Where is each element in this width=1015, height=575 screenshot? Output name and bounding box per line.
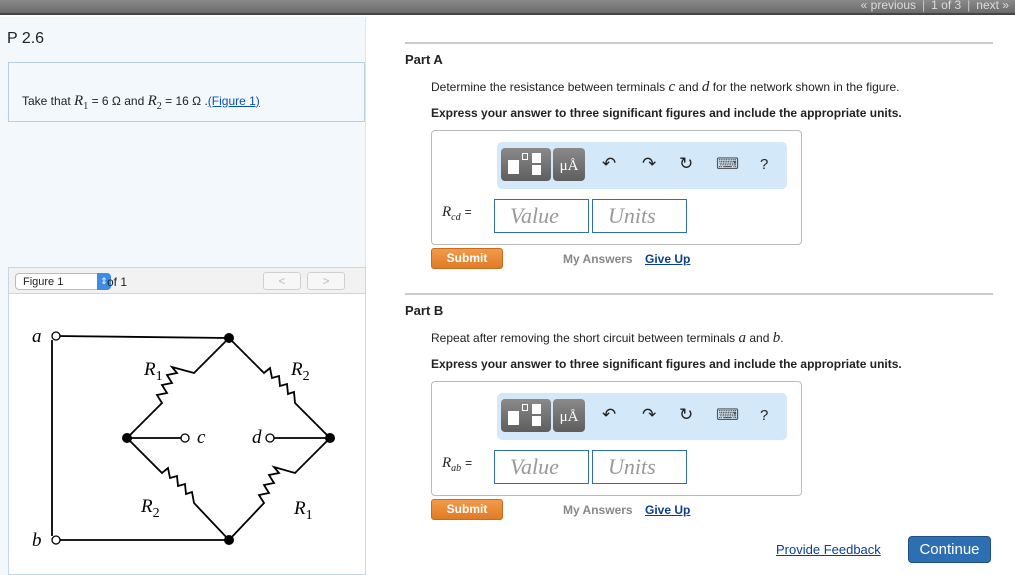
label-c: c (197, 427, 206, 448)
units-button[interactable]: μÅ (553, 148, 585, 181)
part-a-instructions: Express your answer to three significant… (431, 106, 902, 120)
give-up-link[interactable]: Give Up (645, 252, 690, 266)
part-a-answer-box: μÅ ↶ ↷ ↻ ⌨ ? Rcd = Value Units (431, 130, 802, 245)
my-answers-link[interactable]: My Answers (563, 503, 633, 517)
label-a: a (32, 326, 42, 347)
continue-button[interactable]: Continue (908, 536, 991, 563)
units-input[interactable]: Units (592, 450, 687, 484)
label-r1-bottom: R1 (293, 498, 313, 523)
undo-icon[interactable]: ↶ (602, 405, 616, 425)
keyboard-icon[interactable]: ⌨ (716, 154, 739, 174)
submit-button[interactable]: Submit (431, 248, 503, 269)
label-r2-bottom: R2 (140, 496, 160, 521)
help-icon[interactable]: ? (760, 156, 768, 173)
node-top (224, 333, 234, 343)
terminal-c (180, 433, 190, 443)
problem-position: 1 of 3 (931, 0, 962, 12)
problem-nav: « previous | 1 of 3 | next » (860, 0, 1009, 12)
label-r2-top: R2 (290, 359, 310, 384)
part-b-answer-box: μÅ ↶ ↷ ↻ ⌨ ? Rab = Value Units (431, 381, 802, 496)
node-right (325, 433, 335, 443)
label-r1-top: R1 (143, 359, 163, 384)
value-input[interactable]: Value (494, 450, 589, 484)
terminal-d (265, 433, 275, 443)
my-answers-link[interactable]: My Answers (563, 252, 633, 266)
circuit-diagram: a b c d R1 R2 R2 R1 (32, 326, 335, 551)
value-input[interactable]: Value (494, 199, 589, 233)
units-button[interactable]: μÅ (553, 399, 585, 432)
reset-icon[interactable]: ↻ (679, 405, 693, 425)
terminal-a (51, 331, 61, 341)
part-a-divider (405, 42, 993, 44)
terminal-b (51, 535, 61, 545)
part-b-label: Part B (405, 303, 444, 318)
math-toolbar: μÅ ↶ ↷ ↻ ⌨ ? (497, 393, 787, 440)
give-up-link[interactable]: Give Up (645, 503, 690, 517)
node-left (122, 433, 132, 443)
reset-icon[interactable]: ↻ (679, 154, 693, 174)
previous-link[interactable]: « previous (861, 0, 916, 12)
redo-icon[interactable]: ↷ (642, 405, 656, 425)
provide-feedback-link[interactable]: Provide Feedback (776, 542, 881, 557)
part-b-divider (405, 293, 993, 295)
label-d: d (252, 427, 262, 448)
part-b-instructions: Express your answer to three significant… (431, 357, 902, 371)
answer-variable: Rcd = (442, 204, 472, 223)
node-bottom (224, 535, 234, 545)
next-link[interactable]: next » (976, 0, 1009, 12)
templates-button[interactable] (501, 399, 551, 432)
part-b-question: Repeat after removing the short circuit … (431, 330, 784, 346)
math-toolbar: μÅ ↶ ↷ ↻ ⌨ ? (497, 142, 787, 189)
help-icon[interactable]: ? (760, 407, 768, 424)
undo-icon[interactable]: ↶ (602, 154, 616, 174)
part-a-question: Determine the resistance between termina… (431, 79, 900, 95)
keyboard-icon[interactable]: ⌨ (716, 405, 739, 425)
submit-button[interactable]: Submit (431, 499, 503, 520)
templates-button[interactable] (501, 148, 551, 181)
redo-icon[interactable]: ↷ (642, 154, 656, 174)
units-input[interactable]: Units (592, 199, 687, 233)
part-a-label: Part A (405, 52, 443, 67)
answer-variable: Rab = (442, 455, 473, 474)
label-b: b (32, 530, 42, 551)
